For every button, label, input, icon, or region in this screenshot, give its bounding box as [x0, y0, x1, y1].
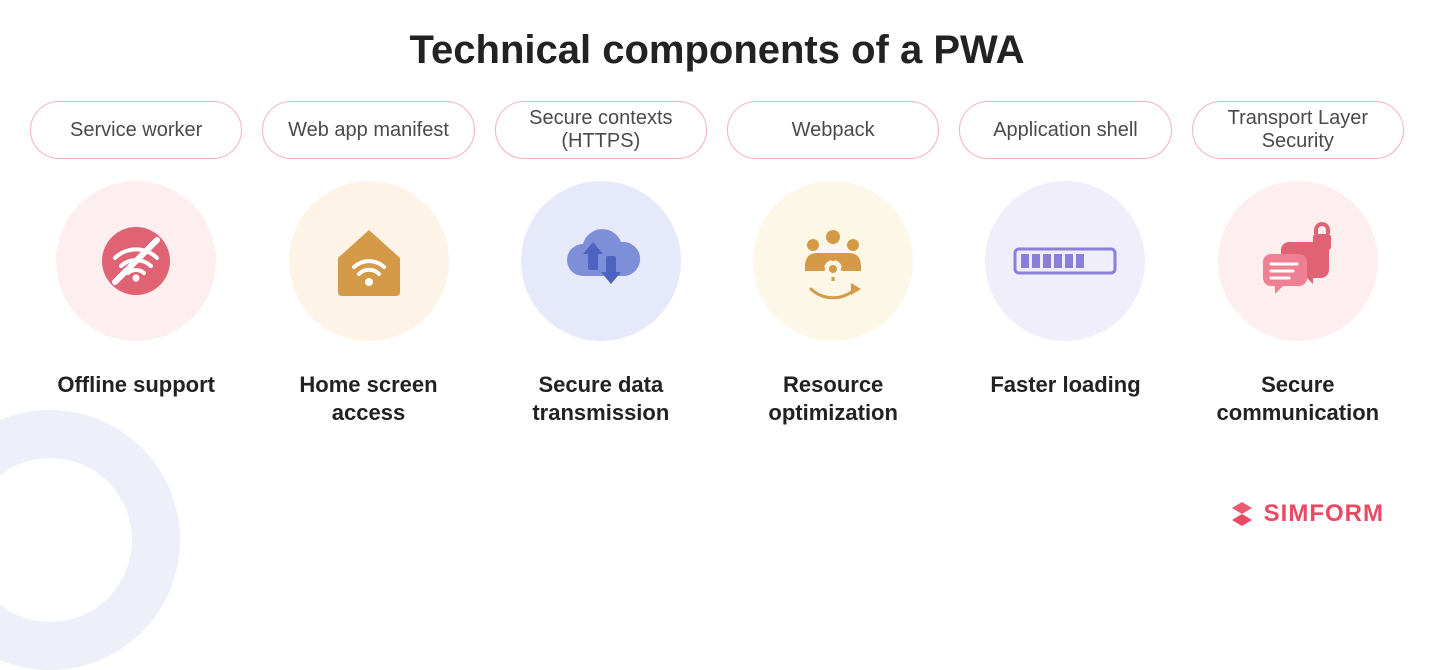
- icon-circle: [521, 181, 681, 341]
- pill-label: Service worker: [30, 101, 242, 159]
- team-gear-icon: [789, 219, 877, 303]
- page-title: Technical components of a PWA: [0, 0, 1434, 101]
- pill-label: Web app manifest: [262, 101, 474, 159]
- component-caption: Resource optimization: [727, 371, 939, 426]
- icon-circle: [985, 181, 1145, 341]
- component-service-worker: Service worker Offline support: [30, 101, 242, 426]
- icon-circle: [1218, 181, 1378, 341]
- icon-circle: [56, 181, 216, 341]
- icon-circle: [289, 181, 449, 341]
- cloud-sync-icon: [555, 222, 647, 300]
- pill-label: Application shell: [959, 101, 1171, 159]
- component-secure-contexts: Secure contexts (HTTPS) Secure data tran…: [495, 101, 707, 426]
- home-wifi-icon: [328, 220, 410, 302]
- brand-name: SIMFORM: [1264, 500, 1384, 528]
- component-caption: Secure communication: [1192, 371, 1404, 426]
- components-row: Service worker Offline support Web app m…: [0, 101, 1434, 426]
- brand-logo: SIMFORM: [1228, 500, 1384, 528]
- icon-circle: [753, 181, 913, 341]
- component-caption: Offline support: [57, 371, 215, 399]
- component-transport-layer-security: Transport Layer Security: [1192, 101, 1404, 426]
- component-webpack: Webpack: [727, 101, 939, 426]
- progress-bar-icon: [1013, 243, 1117, 279]
- simform-logo-icon: [1228, 500, 1256, 528]
- component-application-shell: Application shell Faster loading: [959, 101, 1171, 426]
- component-web-app-manifest: Web app manifest Home screen access: [262, 101, 474, 426]
- secure-chat-icon: [1253, 220, 1343, 302]
- pill-label: Secure contexts (HTTPS): [495, 101, 707, 159]
- wifi-offline-icon: [97, 222, 175, 300]
- component-caption: Secure data transmission: [495, 371, 707, 426]
- background-ring-decoration: [0, 410, 180, 670]
- component-caption: Home screen access: [262, 371, 474, 426]
- pill-label: Transport Layer Security: [1192, 101, 1404, 159]
- component-caption: Faster loading: [990, 371, 1140, 399]
- pill-label: Webpack: [727, 101, 939, 159]
